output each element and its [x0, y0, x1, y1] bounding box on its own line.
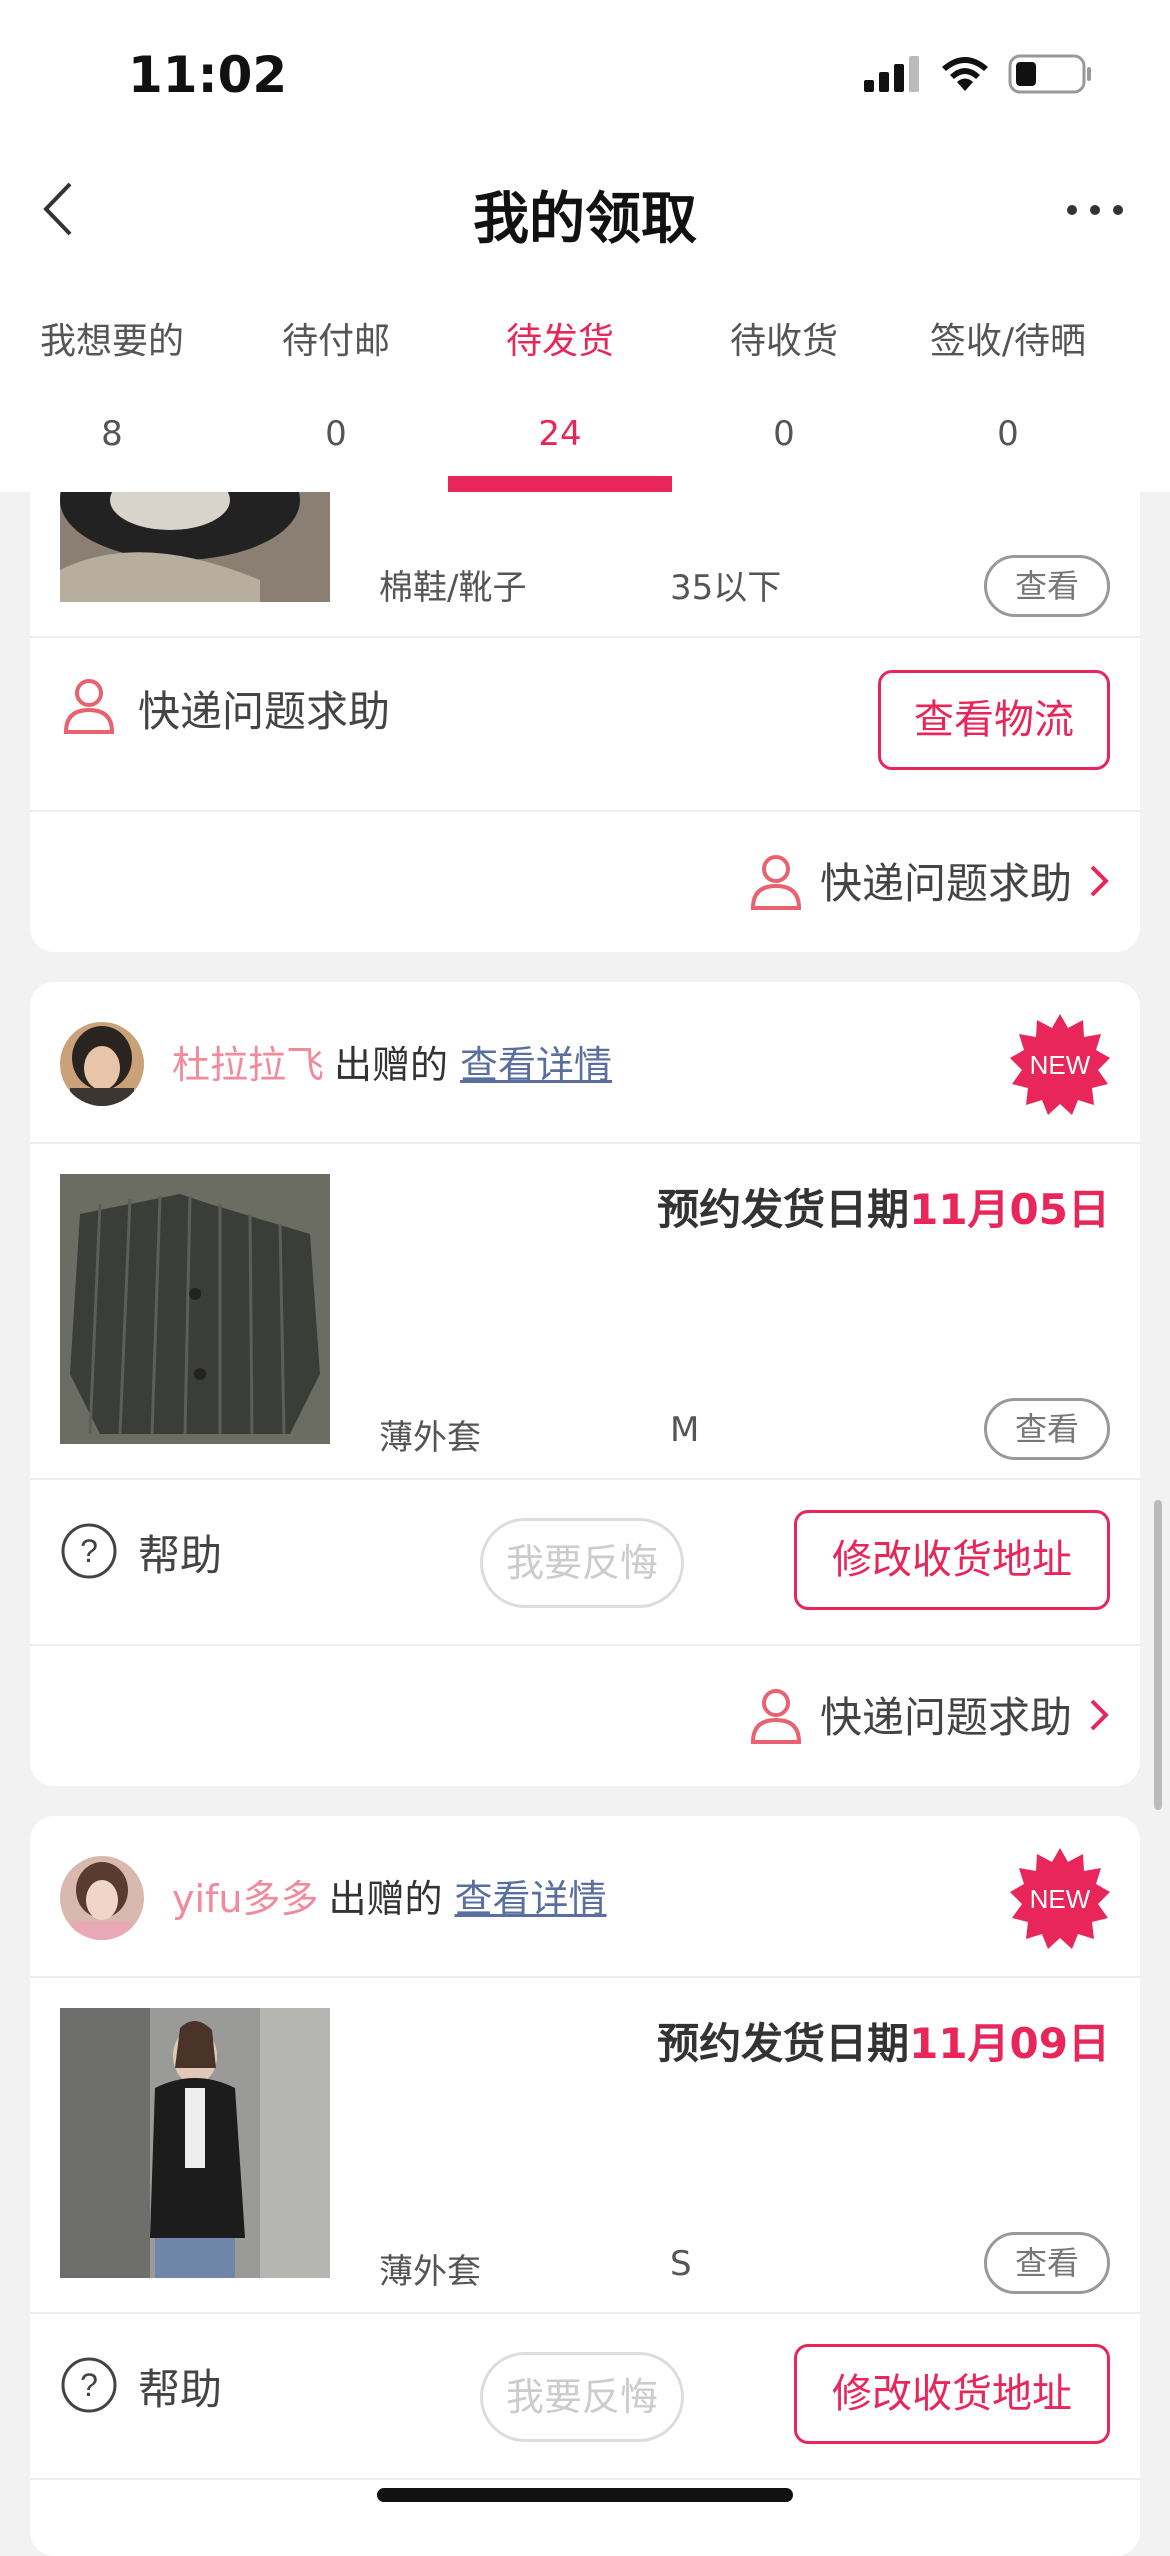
express-help-text: 快递问题求助	[138, 687, 391, 736]
view-button[interactable]: 查看	[984, 1398, 1110, 1460]
new-badge-text: NEW	[1030, 1050, 1091, 1080]
divider	[30, 1976, 1140, 1978]
help-row: ? 帮助 我要反悔 修改收货地址	[30, 2314, 1140, 2478]
tab-label: 我想要的	[39, 321, 184, 362]
tab-pending-postage[interactable]: 待付邮 0	[224, 312, 448, 492]
header: 11:02 我的领取 我想要的 8 待付邮 0 待发货 24 待收货 0 签收/…	[0, 0, 1170, 492]
express-row: 快递问题求助	[30, 1646, 1140, 1786]
donor-verb: 出赠的	[328, 1877, 443, 1921]
donor-avatar[interactable]	[60, 1022, 144, 1106]
product-size: M	[670, 1410, 700, 1450]
tab-count: 0	[997, 414, 1019, 454]
tab-label: 签收/待晒	[929, 321, 1087, 362]
home-indicator[interactable]	[377, 2488, 793, 2502]
person-icon	[750, 854, 801, 910]
help-row: ? 帮助 我要反悔 修改收货地址	[30, 1480, 1140, 1644]
tab-wanted[interactable]: 我想要的 8	[0, 312, 224, 492]
ship-date: 预约发货日期11月09日	[657, 2010, 1110, 2071]
order-card-boots: 棉鞋/靴子 35以下 查看 快递问题求助 查看物流 快递问题求助	[30, 460, 1140, 952]
page-title: 我的领取	[473, 187, 697, 252]
donor-name[interactable]: 杜拉拉飞	[172, 1043, 324, 1087]
tab-label: 待付邮	[281, 321, 390, 362]
product-size: 35以下	[670, 568, 782, 608]
view-details-link[interactable]: 查看详情	[460, 1043, 612, 1087]
change-address-button[interactable]: 修改收货地址	[794, 1510, 1110, 1610]
tab-count: 0	[773, 414, 795, 454]
help-icon[interactable]: ?	[60, 1522, 118, 1580]
status-tabs: 我想要的 8 待付邮 0 待发货 24 待收货 0 签收/待晒 0	[0, 312, 1170, 492]
scrollbar[interactable]	[1154, 1500, 1162, 1810]
tab-count: 8	[101, 414, 123, 454]
product-thumbnail-jacket[interactable]	[60, 1174, 330, 1444]
tab-label: 待发货	[505, 321, 614, 362]
new-badge: NEW	[1010, 1014, 1110, 1115]
divider	[30, 2478, 1140, 2480]
view-button[interactable]: 查看	[984, 2232, 1110, 2294]
tab-pending-receipt[interactable]: 待收货 0	[672, 312, 896, 492]
chevron-right-icon	[1090, 865, 1109, 896]
donor-name[interactable]: yifu多多	[172, 1877, 319, 1921]
express-row: 快递问题求助	[30, 812, 1140, 952]
tab-label: 待收货	[729, 321, 838, 362]
nav-bar: 我的领取	[0, 150, 1170, 270]
donor-row: yifu多多 出赠的 查看详情 NEW	[30, 1816, 1140, 1976]
order-card-jacket-m: 杜拉拉飞 出赠的 查看详情 NEW 预约发货日期11月05日 薄外套 M 查看 ?	[30, 982, 1140, 1786]
active-tab-indicator	[448, 476, 672, 492]
more-icon[interactable]	[1060, 180, 1130, 240]
regret-button[interactable]: 我要反悔	[480, 2352, 684, 2442]
donor-row: 杜拉拉飞 出赠的 查看详情 NEW	[30, 982, 1140, 1142]
battery-icon	[1008, 54, 1091, 94]
new-badge-text: NEW	[1030, 1884, 1091, 1914]
wifi-icon	[942, 57, 988, 91]
divider	[30, 1142, 1140, 1144]
help-text[interactable]: 帮助	[138, 1522, 222, 1583]
svg-text:?: ?	[80, 2367, 98, 2403]
express-help-link[interactable]: 快递问题求助	[748, 1684, 1110, 1745]
ship-date-label: 预约发货日期	[657, 1185, 910, 1234]
ship-date-value: 11月09日	[909, 2019, 1110, 2068]
tab-signed-share[interactable]: 签收/待晒 0	[896, 312, 1120, 492]
express-help-row: 快递问题求助 查看物流	[30, 638, 1140, 802]
tab-pending-shipment[interactable]: 待发货 24	[448, 312, 672, 492]
express-help-label: 快递问题求助	[819, 859, 1072, 908]
person-icon	[750, 1688, 801, 1744]
product-category: 薄外套	[379, 2252, 481, 2292]
express-help-link[interactable]: 快递问题求助	[748, 850, 1110, 911]
status-time: 11:02	[128, 46, 288, 104]
product-category: 棉鞋/靴子	[379, 568, 527, 608]
view-logistics-button[interactable]: 查看物流	[878, 670, 1110, 770]
change-address-button[interactable]: 修改收货地址	[794, 2344, 1110, 2444]
person-icon	[63, 679, 115, 734]
express-help-label: 快递问题求助	[819, 1693, 1072, 1742]
product-category: 薄外套	[379, 1418, 481, 1458]
view-button[interactable]: 查看	[984, 555, 1110, 617]
help-icon[interactable]: ?	[60, 2356, 118, 2414]
signal-icon	[864, 56, 919, 92]
new-badge: NEW	[1010, 1848, 1110, 1949]
product-size: S	[670, 2244, 692, 2284]
view-details-link[interactable]: 查看详情	[455, 1877, 607, 1921]
product-thumbnail-blazer[interactable]	[60, 2008, 330, 2278]
ship-date-value: 11月05日	[909, 1185, 1110, 1234]
svg-text:?: ?	[80, 1533, 98, 1569]
regret-button[interactable]: 我要反悔	[480, 1518, 684, 1608]
order-card-jacket-s: yifu多多 出赠的 查看详情 NEW 预约发货日期11月09日 薄外套 S 查看 …	[30, 1816, 1140, 2556]
status-bar: 11:02	[0, 0, 1170, 150]
chevron-right-icon	[1090, 1699, 1109, 1730]
tab-count: 0	[325, 414, 347, 454]
tab-count: 24	[538, 414, 582, 454]
ship-date-label: 预约发货日期	[657, 2019, 910, 2068]
donor-avatar[interactable]	[60, 1856, 144, 1940]
ship-date: 预约发货日期11月05日	[657, 1176, 1110, 1237]
donor-verb: 出赠的	[334, 1043, 449, 1087]
help-text[interactable]: 帮助	[138, 2356, 222, 2417]
